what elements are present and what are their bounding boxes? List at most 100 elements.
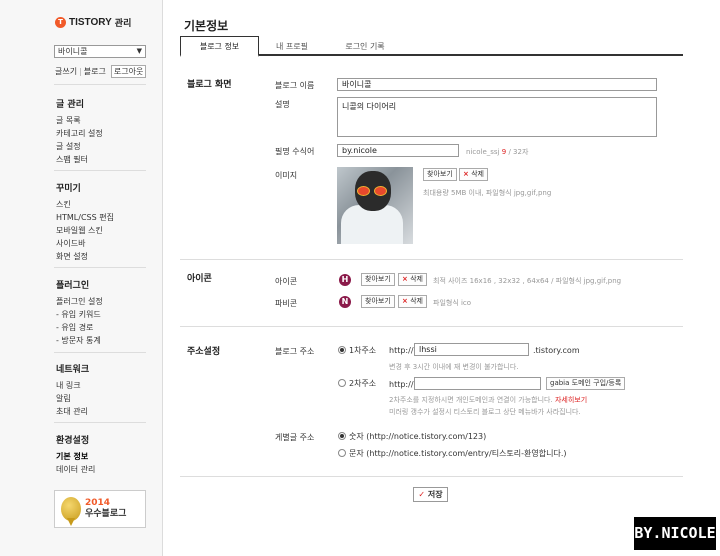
mirroring-hint: 미러링 갱수가 설정시 티스토리 블로그 상단 메뉴바가 사라집니다. xyxy=(389,408,581,416)
secondary-hint-text: 2차주소를 지정하시면 개인도메인과 연결이 가능합니다. xyxy=(389,396,553,404)
secondary-address-radio[interactable] xyxy=(338,379,346,387)
secondary-address-input[interactable] xyxy=(414,377,541,390)
blog-name-input[interactable]: 바이니콜 xyxy=(337,78,657,91)
logo-text: TISTORY xyxy=(69,17,112,28)
divider: | xyxy=(79,67,82,76)
nickname-hint-count: 9 xyxy=(501,148,507,156)
tab-login-history[interactable]: 로그인 기록 xyxy=(325,37,405,56)
delete-label: 삭제 xyxy=(471,170,484,178)
nickname-hint-post: / 32자 xyxy=(508,148,529,156)
menu-item-notifications[interactable]: 알림 xyxy=(56,392,89,405)
save-button[interactable]: ✓ 저장 xyxy=(413,487,448,502)
icon-label: 아이콘 xyxy=(275,277,298,286)
write-link[interactable]: 글쓰기 xyxy=(55,66,77,77)
primary-address-suffix: .tistory.com xyxy=(533,346,580,355)
menu-item-post-settings[interactable]: 글 설정 xyxy=(56,140,103,153)
tab-blog-info[interactable]: 블로그 정보 xyxy=(180,36,259,57)
menu-item-html-css[interactable]: HTML/CSS 편집 xyxy=(56,211,114,224)
divider xyxy=(54,84,146,85)
permalink-label: 게별글 주소 xyxy=(275,433,315,442)
image-delete-button[interactable]: × 삭제 xyxy=(459,168,488,181)
sunglasses-right xyxy=(374,186,387,196)
tab-my-profile[interactable]: 내 프로필 xyxy=(259,37,325,56)
blog-image-preview xyxy=(337,167,413,244)
close-icon: × xyxy=(463,170,469,178)
favicon-preview: N xyxy=(339,296,351,308)
primary-http-prefix: http:// xyxy=(389,346,414,355)
divider xyxy=(54,170,146,171)
blog-icon-preview: H xyxy=(339,274,351,286)
divider xyxy=(54,422,146,423)
menu-group-posts: 글 관리 글 목록 카테고리 설정 글 설정 스팸 필터 xyxy=(56,97,103,166)
close-icon: × xyxy=(402,275,408,283)
logout-button[interactable]: 로그아웃 xyxy=(110,65,147,78)
favicon-delete-button[interactable]: × 삭제 xyxy=(398,295,427,308)
menu-item-plugin-settings[interactable]: 플러그인 설정 xyxy=(56,295,103,308)
section-label-blog: 블로그 화면 xyxy=(187,80,232,90)
menu-title: 환경설정 xyxy=(56,436,90,446)
permalink-text-label: 문자 (http://notice.tistory.com/entry/티스토리… xyxy=(349,449,567,458)
nickname-hint-pre: nicole_ssj xyxy=(466,148,500,156)
nickname-input[interactable]: by.nicole xyxy=(337,144,459,157)
logo-sub: 관리 xyxy=(114,19,132,29)
permalink-number-radio[interactable] xyxy=(338,432,346,440)
menu-title: 꾸미기 xyxy=(56,184,81,194)
menu-item-inflow-keywords[interactable]: - 유입 키워드 xyxy=(56,308,103,321)
icon-delete-button[interactable]: × 삭제 xyxy=(398,273,427,286)
menu-item-spam-filter[interactable]: 스팸 필터 xyxy=(56,153,103,166)
menu-item-basic-info[interactable]: 기본 정보 xyxy=(56,450,95,463)
menu-title: 네트워크 xyxy=(56,365,90,375)
menu-item-my-links[interactable]: 내 링크 xyxy=(56,379,89,392)
top-links: 글쓰기 | 블로그 로그아웃 xyxy=(55,65,147,78)
menu-title: 플러그인 xyxy=(56,281,90,291)
secondary-address-label: 2차주소 xyxy=(349,379,377,388)
favicon-find-button[interactable]: 찾아보기 xyxy=(361,295,395,308)
sidebar: T TISTORY 관리 바이니콜 ▼ 글쓰기 | 블로그 로그아웃 글 관리 … xyxy=(0,0,163,556)
primary-address-radio[interactable] xyxy=(338,346,346,354)
menu-group-preferences: 환경설정 기본 정보 데이터 관리 xyxy=(56,433,95,476)
favicon-hint: 파일형식 ico xyxy=(433,299,472,307)
menu-item-mobile-skin[interactable]: 모바일웹 스킨 xyxy=(56,224,114,237)
blog-name-label: 블로그 이름 xyxy=(275,81,315,90)
badge-label: 우수블로그 xyxy=(85,509,127,519)
blog-select[interactable]: 바이니콜 ▼ xyxy=(54,45,146,58)
menu-item-invitations[interactable]: 초대 관리 xyxy=(56,405,89,418)
section-label-address: 주소설정 xyxy=(187,347,221,357)
menu-item-sidebar[interactable]: 사이드바 xyxy=(56,237,114,250)
check-icon: ✓ xyxy=(418,490,426,499)
menu-group-design: 꾸미기 스킨 HTML/CSS 편집 모바일웹 스킨 사이드바 화면 설정 xyxy=(56,181,114,263)
divider xyxy=(180,476,683,477)
menu-item-inflow-paths[interactable]: - 유입 경로 xyxy=(56,321,103,334)
menu-item-skin[interactable]: 스킨 xyxy=(56,198,114,211)
image-find-button[interactable]: 찾아보기 xyxy=(423,168,457,181)
chevron-down-icon: ▼ xyxy=(136,47,142,55)
divider xyxy=(54,352,146,353)
page-title: 기본정보 xyxy=(184,19,229,33)
delete-label: 삭제 xyxy=(410,275,423,283)
tab-bar: 블로그 정보 내 프로필 로그인 기록 xyxy=(180,36,683,57)
menu-item-visitor-stats[interactable]: - 방문자 통계 xyxy=(56,334,103,347)
primary-address-hint: 변경 후 3시간 이내에 재 변경이 불가합니다. xyxy=(389,363,519,371)
permalink-number-label: 숫자 (http://notice.tistory.com/123) xyxy=(349,432,487,441)
badge-text: 2014 우수블로그 xyxy=(85,498,126,520)
gabia-domain-button[interactable]: gabia 도메인 구입/등록 xyxy=(546,377,626,390)
menu-item-post-list[interactable]: 글 목록 xyxy=(56,114,103,127)
more-info-link[interactable]: 자세히보기 xyxy=(555,396,587,404)
description-textarea[interactable]: 니콜의 다이어리 xyxy=(337,97,657,137)
icon-find-button[interactable]: 찾아보기 xyxy=(361,273,395,286)
tistory-logo[interactable]: T TISTORY 관리 xyxy=(55,16,131,29)
primary-address-input[interactable]: lhssi xyxy=(414,343,529,356)
menu-item-category[interactable]: 카테고리 설정 xyxy=(56,127,103,140)
medal-icon xyxy=(61,497,81,521)
description-label: 설명 xyxy=(275,100,290,109)
blog-link[interactable]: 블로그 xyxy=(84,66,106,77)
blog-select-value: 바이니콜 xyxy=(58,47,88,56)
watermark: BY.NICOLE xyxy=(634,517,716,550)
menu-item-screen-settings[interactable]: 화면 설정 xyxy=(56,250,114,263)
menu-item-data-management[interactable]: 데이터 관리 xyxy=(56,463,95,476)
sunglasses-left xyxy=(357,186,370,196)
secondary-http-prefix: http:// xyxy=(389,380,414,389)
best-blog-badge: 2014 우수블로그 xyxy=(54,490,146,528)
delete-label: 삭제 xyxy=(410,297,423,305)
permalink-text-radio[interactable] xyxy=(338,449,346,457)
